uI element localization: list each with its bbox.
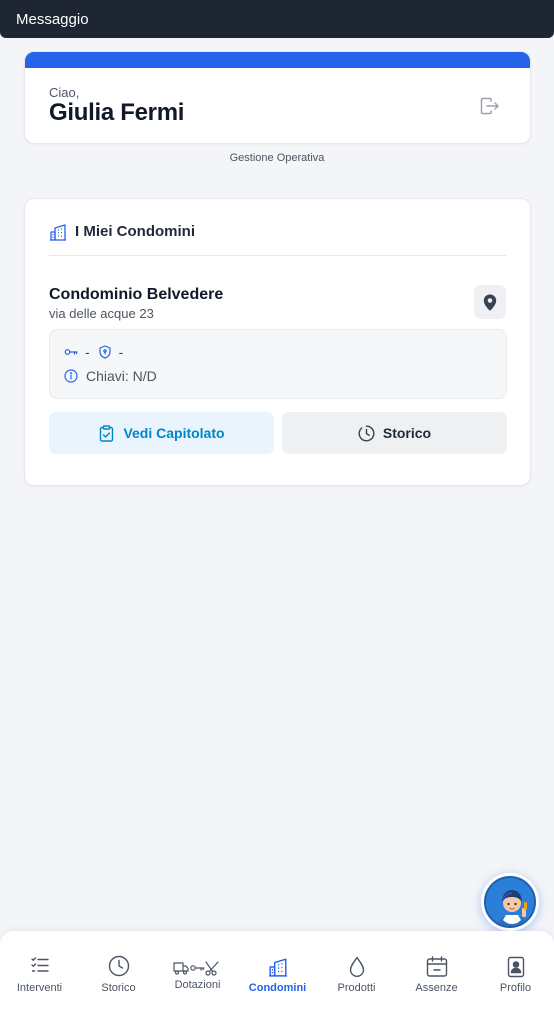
truck-key-scissors-icon (172, 961, 219, 976)
badge-icon (507, 956, 524, 978)
greeting-accent-bar (25, 52, 530, 68)
assistant-avatar (484, 876, 536, 928)
user-role: Gestione Operativa (229, 152, 325, 164)
user-name: Giulia Fermi (49, 99, 185, 126)
alarm-value: - (118, 344, 124, 360)
shield-icon (99, 345, 111, 359)
info-icon (64, 369, 78, 383)
bottom-nav: Interventi Storico Dotazioni Condomini P… (0, 931, 554, 1015)
assistant-avatar-button[interactable] (481, 873, 539, 931)
nav-label-interventi: Interventi (16, 982, 63, 994)
section-title: I Miei Condomini (75, 223, 195, 240)
storico-button[interactable]: Storico (282, 412, 507, 454)
vedi-capitolato-button[interactable]: Vedi Capitolato (49, 412, 274, 454)
nav-item-prodotti[interactable]: Prodotti (317, 931, 396, 1015)
clock-icon (108, 955, 129, 977)
key-icon (64, 349, 78, 355)
nav-label-condomini: Condomini (248, 982, 307, 994)
nav-item-assenze[interactable]: Assenze (397, 931, 476, 1015)
nav-label-assenze: Assenze (415, 982, 458, 994)
clipboard-check-icon (100, 424, 114, 442)
logout-icon[interactable] (480, 97, 500, 115)
nav-label-storico: Storico (101, 982, 136, 994)
nav-label-prodotti: Prodotti (337, 982, 376, 994)
buildings-icon (50, 224, 66, 241)
nav-item-dotazioni[interactable]: Dotazioni (158, 931, 237, 1015)
greeting-card: Ciao, Giulia Fermi (24, 51, 531, 144)
drop-icon (349, 956, 364, 977)
buildings-icon (268, 958, 287, 977)
list-check-icon (30, 957, 49, 972)
nav-item-storico[interactable]: Storico (79, 931, 158, 1015)
map-pin-icon (483, 294, 497, 311)
map-button[interactable] (474, 285, 506, 319)
clock-icon (358, 425, 375, 441)
nav-label-profilo: Profilo (499, 982, 532, 994)
nav-label-dotazioni: Dotazioni (174, 979, 221, 991)
condo-name: Condominio Belvedere (49, 286, 224, 303)
top-bar-title: Messaggio (16, 10, 89, 28)
condo-info-box: - - Chiavi: N/D (49, 329, 507, 399)
key-value: - (85, 344, 90, 360)
nav-item-profilo[interactable]: Profilo (476, 931, 554, 1015)
keys-info: Chiavi: N/D (86, 368, 157, 384)
vedi-capitolato-label: Vedi Capitolato (123, 425, 225, 441)
condo-address: via delle acque 23 (49, 306, 154, 321)
nav-item-interventi[interactable]: Interventi (0, 931, 79, 1015)
condomini-card: I Miei Condomini Condominio Belvedere vi… (24, 198, 531, 486)
nav-item-condomini[interactable]: Condomini (238, 931, 317, 1015)
section-header: I Miei Condomini (49, 223, 506, 256)
top-bar: Messaggio (0, 0, 554, 38)
greeting-hello: Ciao, (49, 85, 80, 100)
storico-label: Storico (382, 425, 432, 441)
calendar-icon (426, 956, 447, 977)
